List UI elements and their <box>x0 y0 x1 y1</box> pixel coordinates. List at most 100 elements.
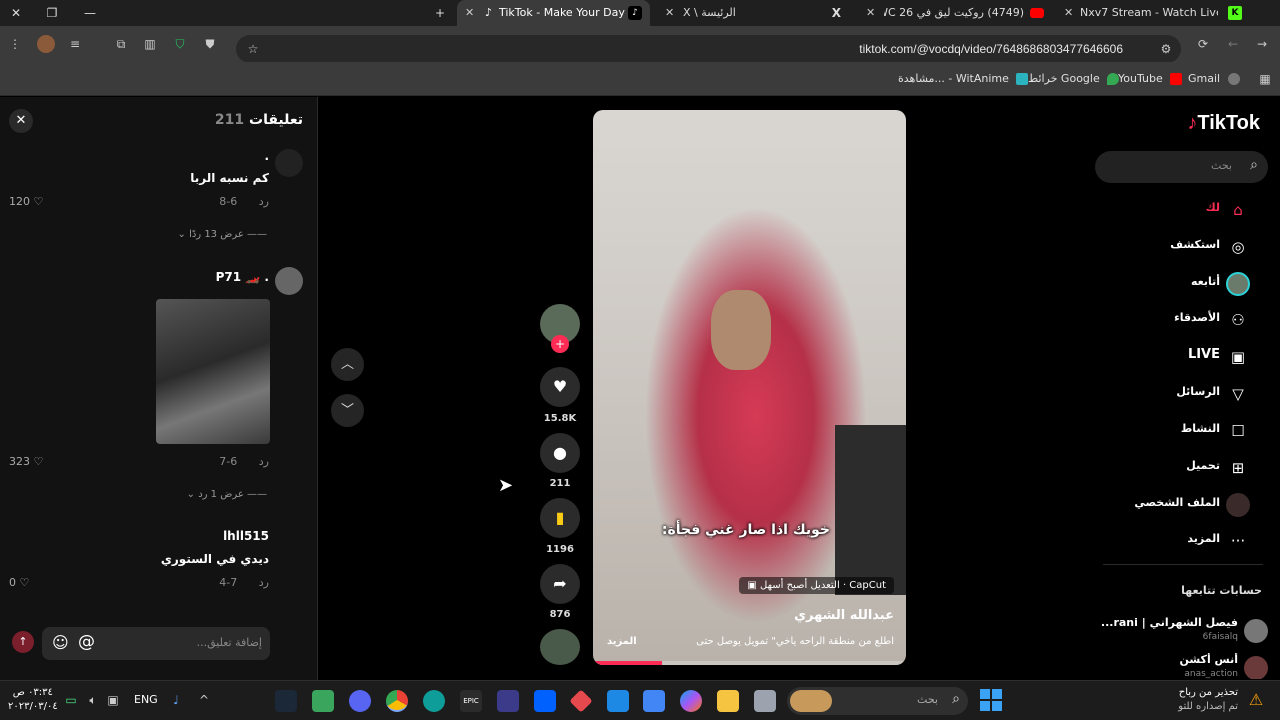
mail-icon[interactable] <box>607 690 629 712</box>
nav-messages[interactable]: ▽ الرسائل <box>1090 382 1250 406</box>
app-icon[interactable] <box>569 689 593 713</box>
video-player[interactable]: خويك اذا صار غني فجأة: CapCut · التعديل … <box>593 110 906 665</box>
app-icon[interactable] <box>754 690 776 712</box>
volume-icon[interactable]: 🔈︎ <box>84 691 102 709</box>
comment-author[interactable]: P71 🏎️ . <box>216 270 269 284</box>
nav-following[interactable]: أتابعه <box>1090 272 1250 296</box>
mention-icon[interactable]: @ <box>78 632 95 652</box>
save-button[interactable]: ▮ <box>540 498 580 538</box>
following-account[interactable]: أنس أكشن anas_action <box>1100 653 1268 679</box>
capcut-badge[interactable]: CapCut · التعديل أصبح أسهل ▣ <box>739 577 894 594</box>
media-control-icon[interactable]: ≡ <box>66 35 84 53</box>
like-count[interactable]: 323 ♡ <box>9 455 43 468</box>
battery-icon[interactable]: ▭ <box>62 691 80 709</box>
app-icon[interactable] <box>497 690 519 712</box>
new-tab-icon[interactable]: + <box>430 3 450 23</box>
reload-icon[interactable]: ⟳ <box>1194 35 1212 53</box>
chevron-up-icon[interactable]: ^ <box>195 691 213 709</box>
windows-start-icon[interactable] <box>980 689 1002 711</box>
extension-icon[interactable]: ▥ <box>141 35 159 53</box>
like-button[interactable]: ♥ <box>540 367 580 407</box>
nav-more[interactable]: ··· المزيد <box>1090 529 1250 553</box>
tab-x[interactable]: ✕ الرئيسة \ X X <box>655 0 845 26</box>
progress-track[interactable] <box>593 661 906 665</box>
adblock-icon[interactable]: ⛊ <box>201 35 219 53</box>
language-indicator[interactable]: ENG <box>134 693 158 706</box>
close-tab-icon[interactable]: ✕ <box>665 0 674 26</box>
dropbox-icon[interactable] <box>534 690 556 712</box>
close-tab-icon[interactable]: ✕ <box>465 0 474 26</box>
file-explorer-icon[interactable] <box>717 690 739 712</box>
network-icon[interactable]: ▣ <box>104 691 122 709</box>
chrome-icon[interactable] <box>386 690 408 712</box>
taskbar-search-input[interactable]: بحث ⌕ <box>787 687 968 715</box>
back-arrow-icon[interactable]: → <box>1253 35 1271 53</box>
apps-grid-icon[interactable]: ▦ <box>1256 70 1274 88</box>
copilot-icon[interactable] <box>680 690 702 712</box>
tab-youtube[interactable]: ✕ (4749) روكيت ليق في EWC 26 - <box>856 0 1056 26</box>
forward-arrow-icon[interactable]: ← <box>1224 35 1242 53</box>
share-button[interactable]: ➦ <box>540 564 580 604</box>
minimize-window-icon[interactable]: — <box>80 3 100 23</box>
nav-profile[interactable]: الملف الشخصي <box>1090 493 1250 517</box>
nav-for-you[interactable]: ⌂ لك <box>1090 198 1250 222</box>
tiktok-logo[interactable]: ♪TikTok <box>1187 112 1260 135</box>
close-icon[interactable]: ✕ <box>9 109 33 133</box>
news-widget[interactable]: تحذير من رباح تم إصداره للتو <box>1178 686 1238 714</box>
tab-kick[interactable]: ✕ Nxv7 Stream - Watch Live on K K <box>1058 0 1248 26</box>
close-tab-icon[interactable]: ✕ <box>866 0 875 26</box>
nav-friends[interactable]: ⚇ الأصدقاء <box>1090 308 1250 332</box>
bookmark-star-icon[interactable]: ☆ <box>244 40 262 58</box>
previous-video-button[interactable]: ︿ <box>331 348 364 381</box>
bookmark-witanime[interactable]: مشاهدة... - WitAnime <box>898 72 1029 85</box>
emoji-icon[interactable]: ☺ <box>52 633 69 652</box>
view-replies-button[interactable]: —— عرض 1 رد ⌄ <box>187 489 267 500</box>
comment-input[interactable]: ☺ @ إضافة تعليق... <box>42 627 270 660</box>
menu-dots-icon[interactable]: ⋮ <box>6 35 24 53</box>
shield-extension-icon[interactable]: ⛉ <box>171 35 189 53</box>
discord-icon[interactable] <box>349 690 371 712</box>
app-icon[interactable] <box>312 690 334 712</box>
extensions-icon[interactable]: ⧉ <box>112 35 130 53</box>
avatar[interactable] <box>275 267 303 295</box>
bookmark-youtube[interactable]: YouTube <box>1118 72 1183 85</box>
profile-avatar-icon[interactable] <box>37 35 55 53</box>
more-link[interactable]: المزيد <box>607 636 637 647</box>
nav-explore[interactable]: ◎ استكشف <box>1090 235 1250 259</box>
follow-plus-icon[interactable]: + <box>551 335 569 353</box>
like-count[interactable]: 120 ♡ <box>9 195 43 208</box>
video-author[interactable]: عبدالله الشهري <box>794 608 894 623</box>
store-icon[interactable] <box>643 690 665 712</box>
like-count[interactable]: 0 ♡ <box>9 576 29 589</box>
close-tab-icon[interactable]: ✕ <box>1064 0 1073 26</box>
following-account[interactable]: فيصل الشهراني | rani... 6faisalq <box>1100 616 1268 646</box>
start-tile <box>980 689 990 699</box>
site-settings-icon[interactable]: ⚙ <box>1157 40 1175 58</box>
comment-author[interactable]: . <box>264 149 269 163</box>
close-window-icon[interactable]: ✕ <box>6 3 26 23</box>
steam-icon[interactable] <box>275 690 297 712</box>
comment-author[interactable]: lhll515 <box>223 529 269 543</box>
warning-icon[interactable]: ⚠ <box>1246 690 1266 710</box>
bookmark-maps[interactable]: خرائط Google <box>1028 72 1120 85</box>
music-disc-avatar[interactable] <box>540 629 580 665</box>
epic-games-icon[interactable]: EPIC <box>460 690 482 712</box>
restore-window-icon[interactable]: ❐ <box>42 3 62 23</box>
address-bar[interactable]: ☆ tiktok.com/@vocdq/video/76486868034776… <box>236 35 1181 63</box>
nav-activity[interactable]: ☐ النشاط <box>1090 419 1250 443</box>
view-replies-button[interactable]: —— عرض 13 ردًا ⌄ <box>178 229 268 240</box>
comment-button[interactable]: ● <box>540 433 580 473</box>
microphone-icon[interactable]: ♩ <box>167 691 185 709</box>
send-icon[interactable]: ↑ <box>12 631 34 653</box>
clock[interactable]: ٠٣:٣٤ ص ٢٠٢٣/٠٣/٠٤ <box>8 686 58 714</box>
search-input[interactable]: ⌕ بحث <box>1095 151 1268 183</box>
nav-upload[interactable]: ⊞ تحميل <box>1090 456 1250 480</box>
bookmark-gmail[interactable]: Gmail <box>1188 72 1240 85</box>
edge-icon[interactable] <box>423 690 445 712</box>
tab-tiktok[interactable]: ✕ ♪ TikTok - Make Your Day ♪ <box>457 0 650 26</box>
next-video-button[interactable]: ﹀ <box>331 394 364 427</box>
nav-live[interactable]: ▣ LIVE <box>1090 345 1250 369</box>
avatar[interactable] <box>275 149 303 177</box>
start-tile <box>980 701 990 711</box>
comment-image[interactable] <box>156 299 270 444</box>
